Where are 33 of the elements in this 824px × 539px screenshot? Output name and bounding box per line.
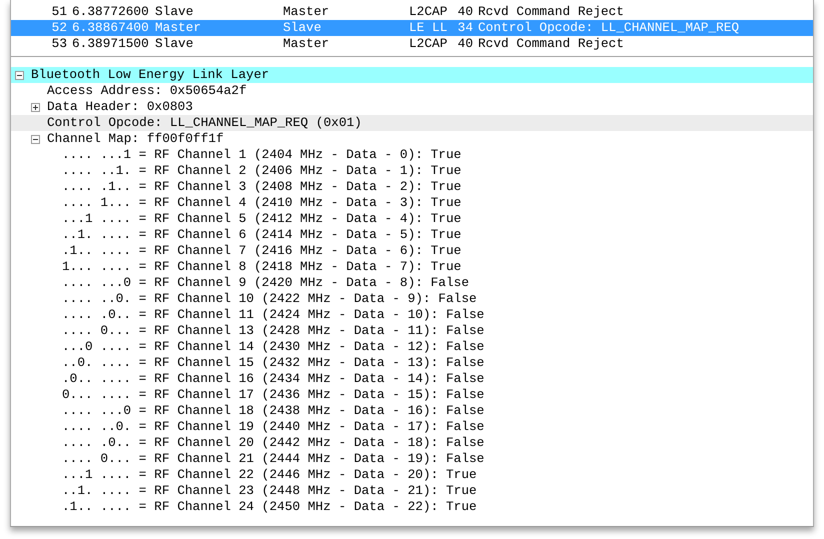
packet-row[interactable]: 51 6.38772600 Slave Master L2CAP 40 Rcvd Command Reject xyxy=(11,4,813,20)
tree-row[interactable]: 1... .... = RF Channel 8 (2418 MHz - Data - 7): True xyxy=(11,259,813,275)
tree-row[interactable]: .0.. .... = RF Channel 16 (2434 MHz - Data - 14): False xyxy=(11,371,813,387)
tree-row[interactable]: .1.. .... = RF Channel 7 (2416 MHz - Data - 6): True xyxy=(11,243,813,259)
collapse-icon[interactable] xyxy=(15,70,24,80)
tree-row[interactable]: .... ...0 = RF Channel 18 (2438 MHz - Data - 16): False xyxy=(11,403,813,419)
tree-row[interactable]: .... 0... = RF Channel 13 (2428 MHz - Data - 11): False xyxy=(11,323,813,339)
tree-row[interactable]: .... ..0. = RF Channel 19 (2440 MHz - Data - 17): False xyxy=(11,419,813,435)
tree-row[interactable]: .... 1... = RF Channel 4 (2410 MHz - Data - 3): True xyxy=(11,195,813,211)
tree-row[interactable]: ...0 .... = RF Channel 14 (2430 MHz - Data - 12): False xyxy=(11,339,813,355)
tree-row[interactable]: 0... .... = RF Channel 17 (2436 MHz - Data - 15): False xyxy=(11,387,813,403)
tree-row[interactable]: ...1 .... = RF Channel 5 (2412 MHz - Data - 4): True xyxy=(11,211,813,227)
tree-row[interactable]: ..1. .... = RF Channel 6 (2414 MHz - Data - 5): True xyxy=(11,227,813,243)
tree-row[interactable]: .... ..1. = RF Channel 2 (2406 MHz - Data - 1): True xyxy=(11,163,813,179)
tree-row[interactable]: .... 0... = RF Channel 21 (2444 MHz - Data - 19): False xyxy=(11,451,813,467)
tree-row[interactable]: Access Address: 0x50654a2f xyxy=(11,83,813,99)
expand-icon[interactable] xyxy=(31,102,40,112)
tree-row[interactable]: Data Header: 0x0803 xyxy=(11,99,813,115)
tree-row[interactable]: Channel Map: ff00f0ff1f xyxy=(11,131,813,147)
tree-row[interactable]: .1.. .... = RF Channel 24 (2450 MHz - Data - 22): True xyxy=(11,499,813,515)
tree-row[interactable]: .... ..0. = RF Channel 10 (2422 MHz - Data - 9): False xyxy=(11,291,813,307)
tree-row[interactable]: .... ...1 = RF Channel 1 (2404 MHz - Data - 0): True xyxy=(11,147,813,163)
packet-row[interactable]: 53 6.38971500 Slave Master L2CAP 40 Rcvd Command Reject xyxy=(11,36,813,52)
tree-row[interactable]: .... .0.. = RF Channel 20 (2442 MHz - Data - 18): False xyxy=(11,435,813,451)
tree-row[interactable]: Bluetooth Low Energy Link Layer xyxy=(11,67,813,83)
tree-row[interactable]: ...1 .... = RF Channel 22 (2446 MHz - Data - 20): True xyxy=(11,467,813,483)
tree-row[interactable]: ..1. .... = RF Channel 23 (2448 MHz - Data - 21): True xyxy=(11,483,813,499)
tree-row[interactable]: .... ...0 = RF Channel 9 (2420 MHz - Data - 8): False xyxy=(11,275,813,291)
tree-row[interactable]: Control Opcode: LL_CHANNEL_MAP_REQ (0x01) xyxy=(11,115,813,131)
tree-row[interactable]: .... .1.. = RF Channel 3 (2408 MHz - Data - 2): True xyxy=(11,179,813,195)
tree-row[interactable]: ..0. .... = RF Channel 15 (2432 MHz - Data - 13): False xyxy=(11,355,813,371)
tree-row[interactable]: .... .0.. = RF Channel 11 (2424 MHz - Data - 10): False xyxy=(11,307,813,323)
collapse-icon[interactable] xyxy=(31,134,40,144)
